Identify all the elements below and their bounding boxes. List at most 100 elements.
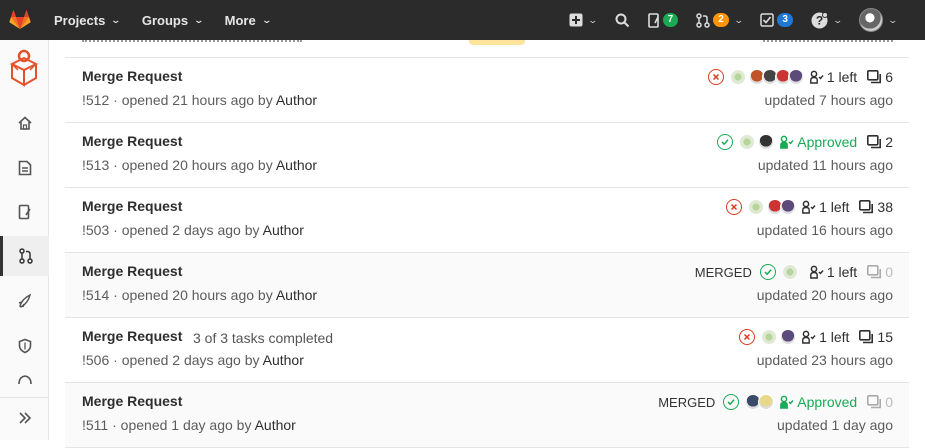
comments-count[interactable]: 6 [867,69,893,85]
reviewer-avatar[interactable] [781,264,798,280]
user-menu-button[interactable]: ⌄ [850,0,925,40]
sidebar-item-partial[interactable] [0,370,49,384]
reviewer-avatar[interactable] [787,69,804,85]
approval-status[interactable]: 1 left [809,264,857,280]
pipeline-failed-icon[interactable] [739,329,756,345]
mr-opened-text: opened 21 hours ago by [121,92,273,108]
sidebar-collapse-button[interactable] [0,397,49,437]
reviewer-avatar[interactable] [758,394,775,410]
mr-author-link[interactable]: Author [263,352,304,368]
approval-icon [780,395,794,409]
chevron-down-icon: ⌄ [887,14,899,25]
sidebar-item-project[interactable] [0,103,49,143]
mr-updated-time: updated 16 hours ago [756,222,893,238]
sidebar-item-merge-requests[interactable] [0,236,49,276]
issues-button[interactable]: 7 [639,0,688,40]
mr-author-link[interactable]: Author [263,222,304,238]
comments-count[interactable]: 38 [859,199,893,215]
mr-updated-time: updated 11 hours ago [757,157,893,173]
approval-status[interactable]: 1 left [802,199,849,215]
collapse-icon [18,411,31,424]
mr-status-line: 1 left 15 [739,329,893,345]
sidebar-item-ci-cd[interactable] [0,281,49,321]
mr-meta: !512 · opened 21 hours ago by Author [82,92,317,108]
mr-author-link[interactable]: Author [255,417,296,433]
issues-count-badge: 7 [662,13,679,27]
reviewer-avatar[interactable] [780,329,797,345]
nav-more-label: More [224,12,256,28]
help-dropdown-button[interactable]: ? ⌄ [802,0,851,40]
project-avatar[interactable] [8,48,40,88]
mr-author-link[interactable]: Author [276,157,317,173]
mr-title-link[interactable]: Merge Request [82,393,182,409]
nav-more-dropdown[interactable]: More ⌄ [224,12,272,28]
mr-title-link[interactable]: Merge Request [82,328,182,344]
search-button[interactable] [606,0,639,40]
reviewer-avatar[interactable] [761,329,778,345]
comments-count[interactable]: 2 [867,134,893,150]
pipeline-passed-icon[interactable] [717,134,734,150]
mr-updated-time: updated 7 hours ago [764,92,893,108]
approval-status[interactable]: Approved [780,134,857,150]
mr-title-link[interactable]: Merge Request [82,198,182,214]
mr-title-link[interactable]: Merge Request [82,68,182,84]
sidebar [0,40,49,440]
package-icon [17,375,32,384]
mr-author-link[interactable]: Author [276,287,317,303]
comments-icon [867,135,882,149]
sidebar-item-issues[interactable] [0,192,49,232]
comments-count[interactable]: 15 [859,329,893,345]
approval-status[interactable]: 1 left [809,69,857,85]
reviewer-avatar[interactable] [748,199,765,215]
approval-icon [809,70,824,84]
reviewer-avatars [781,264,804,280]
issues-icon [647,12,659,28]
reviewer-avatars [745,394,775,410]
meta-separator: · [109,352,122,368]
reviewer-avatar[interactable] [780,199,797,215]
comments-icon [859,200,874,214]
pipeline-failed-icon[interactable] [726,199,743,215]
todos-button[interactable]: 3 [751,0,802,40]
pipeline-passed-icon[interactable] [759,264,776,280]
nav-projects-dropdown[interactable]: Projects ⌄ [54,12,121,28]
plus-square-icon [569,13,583,27]
gitlab-logo-icon [9,10,31,29]
reviewer-avatar[interactable] [729,69,746,85]
reviewer-avatar[interactable] [739,134,756,150]
mr-opened-text: opened 2 days ago by [121,352,260,368]
search-icon [615,13,629,27]
gitlab-logo[interactable] [0,0,40,40]
pipeline-passed-icon[interactable] [723,394,740,410]
todos-count-badge: 3 [777,13,793,27]
pipeline-failed-icon[interactable] [707,69,724,85]
nav-projects-label: Projects [54,12,106,28]
new-dropdown-button[interactable]: ⌄ [560,0,606,40]
nav-groups-dropdown[interactable]: Groups ⌄ [142,13,204,28]
mr-author-link[interactable]: Author [276,92,317,108]
comments-number: 2 [885,134,893,150]
top-navbar: Projects ⌄ Groups ⌄ More ⌄ ⌄ 7 2 ⌄ 3 ? ⌄… [0,0,925,40]
mr-title-link[interactable]: Merge Request [82,263,182,279]
merge-requests-button[interactable]: 2 ⌄ [687,0,751,40]
approval-status[interactable]: 1 left [802,329,849,345]
sidebar-item-repository[interactable] [0,148,49,188]
reviewer-avatar[interactable] [758,134,775,150]
mr-status-line: 1 left 6 [707,69,893,85]
mr-status-line: 1 left 38 [726,199,893,215]
merge-request-list: Merge Request !512 · opened 21 hours ago … [65,40,909,448]
sidebar-item-security[interactable] [0,326,49,366]
mr-title-link[interactable]: Merge Request [82,133,182,149]
approval-status[interactable]: Approved [780,394,857,410]
comments-count[interactable]: 0 [867,264,893,280]
mr-reference: !511 [82,417,109,433]
project-logo-icon [9,49,39,87]
chevron-down-icon: ⌄ [587,14,599,25]
comments-number: 0 [885,264,893,280]
document-icon [18,160,31,176]
check-icon [764,269,772,276]
comments-count[interactable]: 0 [867,394,893,410]
mr-updated-time: updated 20 hours ago [756,287,893,303]
partial-row-clipped [65,40,909,58]
merge-request-icon [696,12,710,28]
